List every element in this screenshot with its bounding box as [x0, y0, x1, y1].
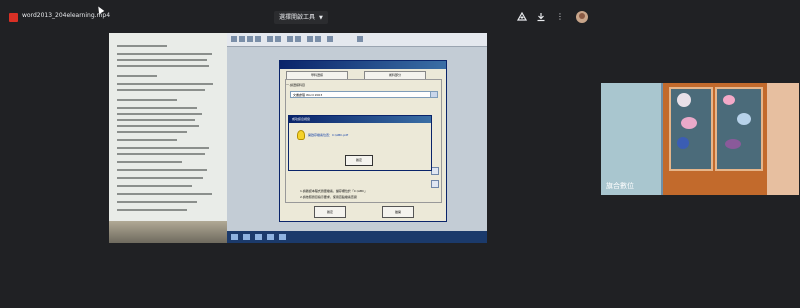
- subject-select-value: 文書處理 Word 2003: [293, 93, 323, 97]
- open-with-button[interactable]: 選擇開啟工具 ▼: [274, 11, 328, 24]
- viewer-topbar: word2013_204elearning.mp4 選擇開啟工具 ▼ ⋮: [0, 0, 600, 34]
- tab-subject[interactable]: 學科選擇: [286, 71, 348, 79]
- chevron-down-icon: [430, 92, 437, 97]
- avatar[interactable]: [576, 11, 588, 23]
- subject-select[interactable]: 文書處理 Word 2003: [290, 91, 438, 98]
- open-with-label: 選擇開啟工具: [279, 14, 316, 21]
- group-label: 一.請選擇科目: [286, 83, 305, 87]
- add-to-drive-icon[interactable]: [516, 11, 528, 22]
- side-dropdown-button[interactable]: [431, 180, 439, 188]
- message-text: 開啟存檔案位置：C:\ABC.pdf: [308, 133, 349, 137]
- lightbulb-icon: [297, 130, 305, 140]
- cancel-button[interactable]: 離開: [382, 206, 414, 218]
- hint-line-1: 1.請確認本程式題庫檔案，儲存槽位於「C:\ABC」: [300, 189, 368, 193]
- cabinet-image: [663, 83, 767, 195]
- file-name: word2013_204elearning.mp4: [22, 12, 111, 19]
- confirm-button[interactable]: 確定: [314, 206, 346, 218]
- chevron-down-icon: ▼: [319, 15, 323, 21]
- participant-video-tile[interactable]: [601, 83, 799, 195]
- paper-document-image: [109, 33, 227, 243]
- more-vert-icon[interactable]: ⋮: [555, 12, 565, 22]
- side-dropdown-button[interactable]: [431, 167, 439, 175]
- message-box-titlebar: 成功訊息視窗: [289, 116, 431, 123]
- file-video-icon: [9, 13, 18, 22]
- participant-name: 旗合數位: [606, 182, 634, 190]
- message-box: 成功訊息視窗 開啟存檔案位置：C:\ABC.pdf 確定: [288, 115, 432, 171]
- tab-practical[interactable]: 術科部分: [364, 71, 426, 79]
- message-box-title: 成功訊息視窗: [292, 117, 311, 121]
- video-player[interactable]: 學科選擇 術科部分 一.請選擇科目 文書處理 Word 2003 1.請確認本程…: [109, 33, 487, 243]
- windows-taskbar: [227, 231, 487, 243]
- app-toolbar: [227, 33, 487, 47]
- ok-button[interactable]: 確定: [345, 155, 373, 166]
- dialog-titlebar: [280, 61, 446, 69]
- download-icon[interactable]: [536, 12, 546, 22]
- monitor-screen: 學科選擇 術科部分 一.請選擇科目 文書處理 Word 2003 1.請確認本程…: [227, 33, 487, 243]
- hint-line-2: 2.請依照題目指示要求，使用百點檔案查閱: [300, 195, 357, 199]
